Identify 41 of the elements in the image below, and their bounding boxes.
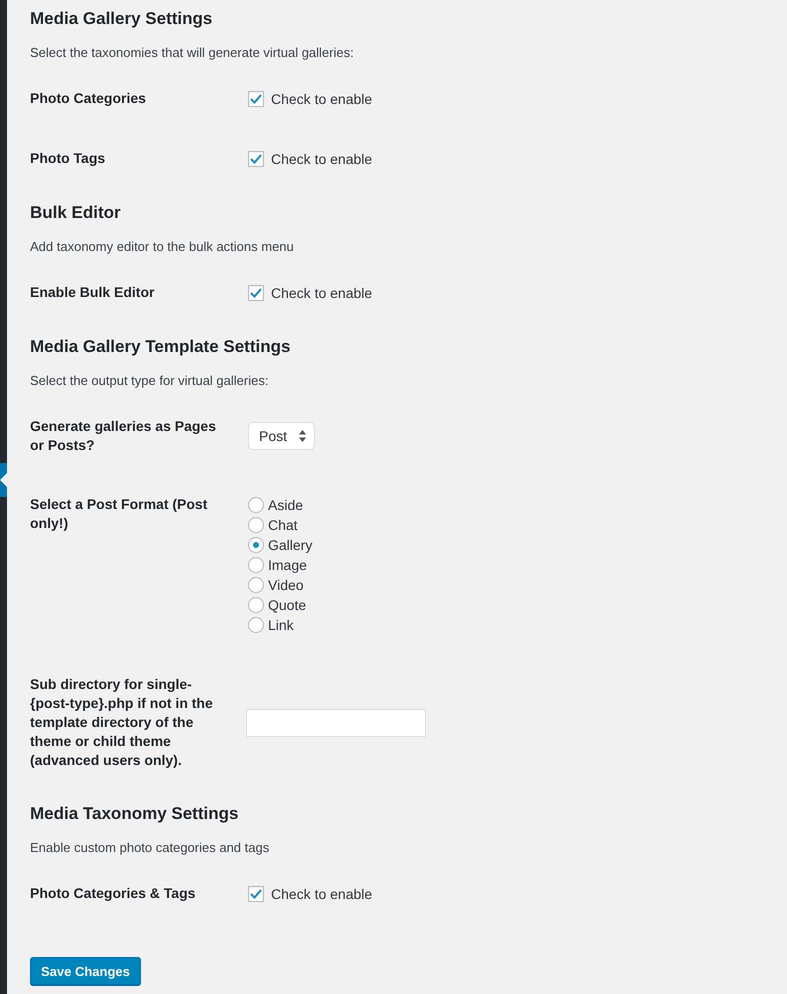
section-description: Select the taxonomies that will generate virtual galleries:	[30, 44, 355, 62]
checkbox[interactable]	[248, 886, 264, 902]
checkbox-label: Check to enable	[271, 885, 372, 904]
section-description: Select the output type for virtual galleries:	[30, 372, 270, 390]
radio-button[interactable]	[248, 577, 264, 593]
field-label: Photo Tags	[30, 149, 106, 168]
field-label: Photo Categories	[30, 89, 147, 108]
checkbox[interactable]	[248, 91, 264, 107]
checkbox[interactable]	[248, 151, 264, 167]
radio-button[interactable]	[248, 617, 264, 633]
text-input[interactable]	[246, 708, 426, 736]
field-label: Photo Categories & Tags	[30, 884, 196, 903]
radio-button[interactable]	[248, 597, 264, 613]
select-dropdown[interactable]: Post	[248, 422, 316, 450]
field-label: Generate galleries as Pages or Posts?	[30, 417, 217, 455]
radio-button[interactable]	[248, 517, 264, 533]
section-description: Add taxonomy editor to the bulk actions menu	[30, 238, 295, 256]
sort-arrows-icon	[299, 430, 306, 442]
radio-label: Image	[268, 556, 307, 575]
section-heading: Media Taxonomy Settings	[30, 803, 240, 825]
radio-button[interactable]	[248, 557, 264, 573]
radio-label: Video	[268, 576, 304, 595]
radio-label: Quote	[268, 596, 306, 615]
checkbox[interactable]	[248, 285, 264, 301]
radio-label: Link	[268, 616, 294, 635]
radio-label: Gallery	[268, 536, 312, 555]
radio-label: Aside	[268, 496, 304, 515]
field-label: Select a Post Format (Post only!)	[30, 495, 208, 533]
radio-button[interactable]	[248, 497, 264, 513]
section-description: Enable custom photo categories and tags	[30, 839, 270, 857]
save-button[interactable]: Save Changes	[30, 957, 141, 985]
checkbox-label: Check to enable	[271, 150, 372, 169]
section-heading: Media Gallery Template Settings	[30, 336, 292, 358]
checkbox-label: Check to enable	[271, 90, 372, 109]
field-label: Enable Bulk Editor	[30, 283, 156, 302]
radio-button[interactable]	[248, 537, 264, 553]
section-heading: Media Gallery Settings	[30, 8, 214, 30]
radio-label: Chat	[268, 516, 298, 535]
checkbox-label: Check to enable	[271, 284, 372, 303]
section-heading: Bulk Editor	[30, 202, 122, 224]
field-label: Sub directory for single-{post-type}.php if not in the template directory of the theme or child theme (advanced users only).	[30, 675, 214, 770]
